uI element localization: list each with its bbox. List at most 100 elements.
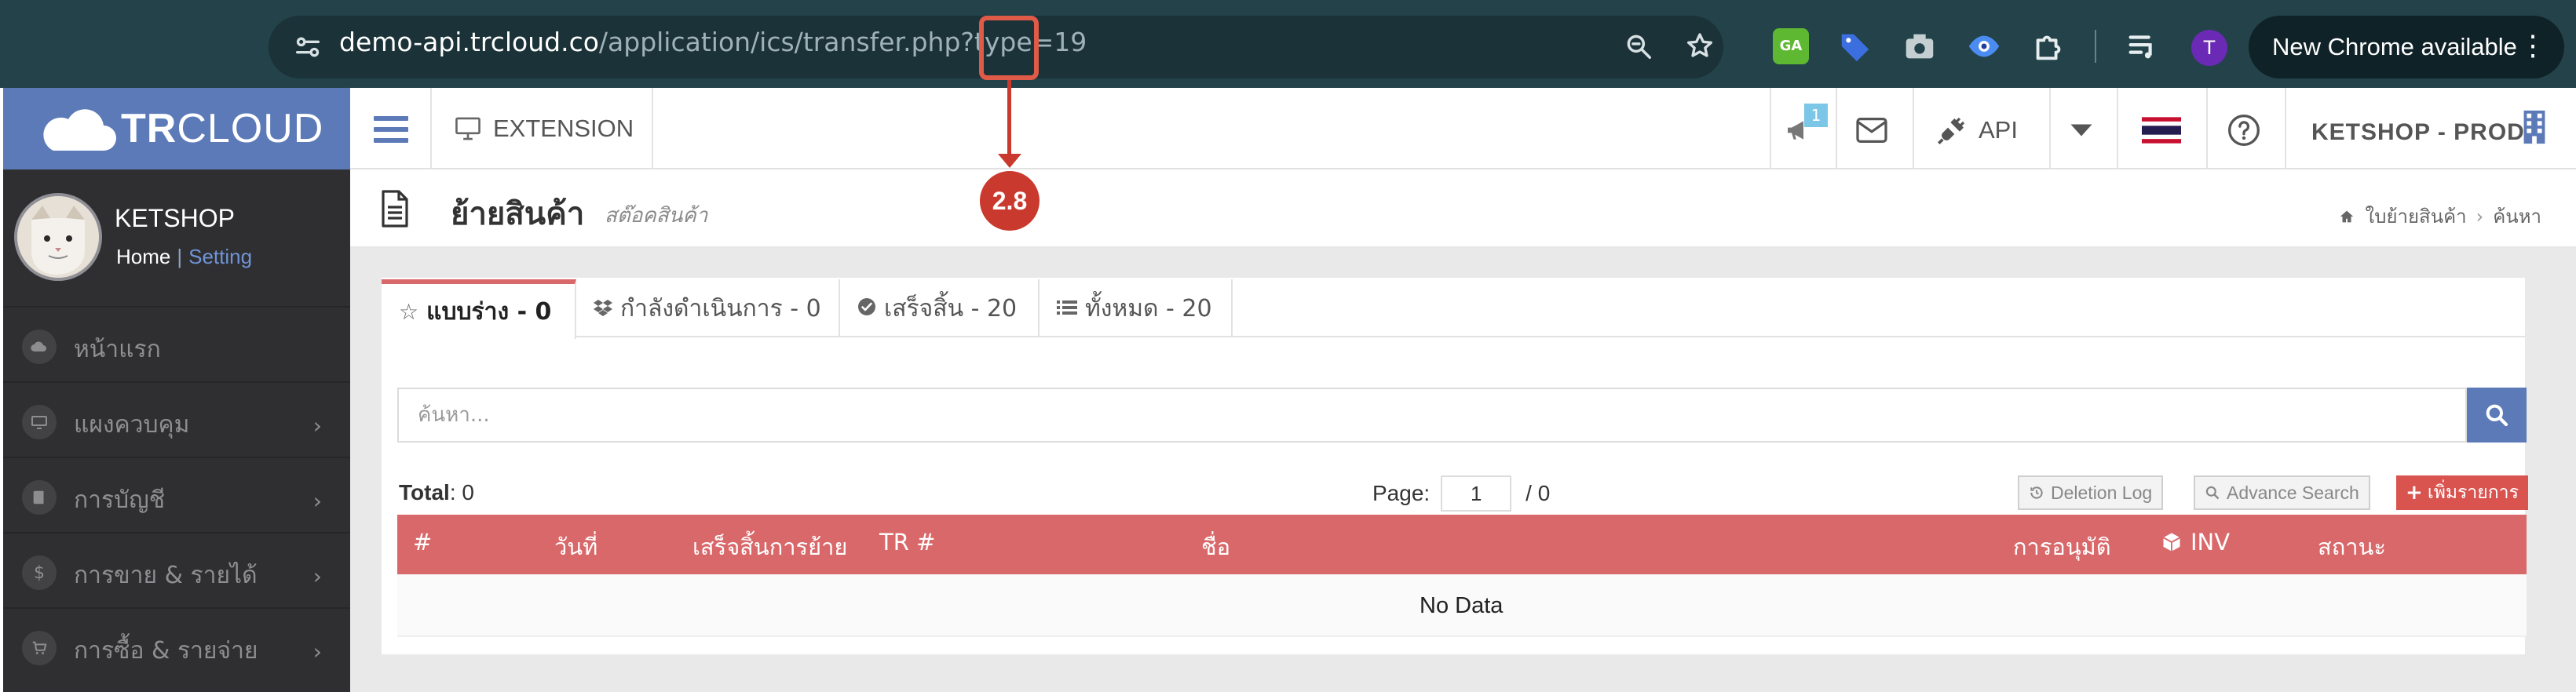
sidebar-item-dashboard[interactable]: แผงควบคุม › [3, 381, 350, 457]
extension-ga-label: GA [1779, 38, 1803, 54]
search-icon [2486, 404, 2508, 427]
sidebar-item-label: การบัญชี [74, 486, 166, 514]
building-icon[interactable] [2522, 110, 2547, 144]
no-data-message: No Data [1420, 593, 1504, 618]
total-label: Total [399, 480, 450, 504]
add-item-label: เพิ่มรายการ [2427, 483, 2519, 503]
tab-in-progress[interactable]: กำลังดำเนินการ - 0 [576, 279, 840, 337]
column-header-date[interactable]: วันที่ [554, 529, 597, 565]
page-number-input[interactable] [1441, 475, 1512, 512]
site-settings-icon[interactable] [292, 31, 323, 63]
tag-extension-icon[interactable] [1837, 28, 1873, 64]
column-header-transfer-completed[interactable]: เสร็จสิ้นการย้าย [692, 529, 847, 565]
advance-search-button[interactable]: Advance Search [2194, 475, 2370, 510]
breadcrumb-item: ค้นหา [2493, 206, 2541, 228]
plus-icon: + [2406, 481, 2423, 504]
company-selector[interactable]: KETSHOP - PROD [2311, 119, 2525, 146]
cube-icon [2163, 533, 2180, 552]
plug-icon [1938, 117, 1965, 144]
url-text[interactable]: demo-api.trcloud.co/application/ics/tran… [339, 27, 1087, 57]
hamburger-menu-icon[interactable] [374, 116, 408, 143]
sidebar-item-accounting[interactable]: การบัญชี › [3, 457, 350, 532]
eye-extension-icon[interactable] [1966, 28, 2002, 64]
chrome-update-button[interactable]: New Chrome available ⋮ [2249, 16, 2564, 78]
tab-label: เสร็จสิ้น - 20 [884, 294, 1018, 322]
deletion-log-button[interactable]: Deletion Log [2018, 475, 2164, 510]
caret-down-icon[interactable] [2070, 113, 2093, 148]
monitor-icon [22, 405, 57, 439]
home-link[interactable]: Home [116, 245, 170, 268]
extensions-puzzle-icon[interactable] [2030, 28, 2066, 64]
list-icon [1057, 296, 1077, 322]
api-button[interactable]: API [1936, 113, 2018, 148]
tab-label: ทั้งหมด - 20 [1085, 294, 1212, 322]
total-value: 0 [462, 480, 474, 504]
header-divider [2117, 88, 2118, 169]
sidebar-item-sales[interactable]: $ การขาย & รายได้ › [3, 532, 350, 607]
cloud-icon [22, 330, 57, 364]
brand-logo[interactable]: TRCLOUD [3, 88, 350, 169]
extension-label: EXTENSION [493, 115, 634, 142]
thai-flag-icon[interactable] [2142, 113, 2181, 148]
profile-avatar-image [14, 193, 102, 281]
column-header-inv[interactable]: INV [2161, 529, 2230, 555]
chevron-right-icon: › [312, 563, 322, 589]
zoom-icon[interactable] [1621, 28, 1657, 64]
toolbar-separator [2095, 30, 2096, 63]
setting-link[interactable]: Setting [188, 245, 252, 268]
cart-icon [22, 631, 57, 665]
book-icon [22, 480, 57, 515]
tab-completed[interactable]: เสร็จสิ้น - 20 [840, 279, 1040, 337]
total-count: Total: 0 [399, 480, 474, 504]
sidebar-item-purchases[interactable]: การซื้อ & รายจ่าย › [3, 607, 350, 683]
search-button[interactable] [2467, 388, 2527, 443]
reading-list-icon[interactable] [2125, 28, 2161, 64]
star-icon: ☆ [399, 298, 419, 325]
column-header-name[interactable]: ชื่อ [1201, 529, 1230, 565]
breadcrumb-item[interactable]: ใบย้ายสินค้า [2365, 201, 2466, 231]
column-header-approval[interactable]: การอนุมัติ [2013, 529, 2111, 565]
link-separator: | [177, 245, 183, 268]
header-divider [430, 88, 432, 169]
header-divider [2049, 88, 2051, 169]
column-header-status[interactable]: สถานะ [2318, 529, 2386, 565]
tab-draft[interactable]: ☆ แบบร่าง - 0 [382, 279, 576, 339]
history-icon [2030, 486, 2043, 499]
advance-search-label: Advance Search [2227, 482, 2359, 503]
column-header-number[interactable]: # [413, 529, 432, 555]
add-item-button[interactable]: + เพิ่มรายการ [2396, 475, 2528, 510]
tab-all[interactable]: ทั้งหมด - 20 [1040, 279, 1233, 337]
url-host: demo-api.trcloud.co [339, 27, 599, 57]
header-divider [2285, 88, 2286, 169]
dropbox-icon [594, 296, 612, 322]
dollar-icon: $ [22, 555, 57, 590]
document-icon [380, 190, 410, 228]
more-menu-icon[interactable]: ⋮ [2519, 30, 2547, 61]
chevron-right-icon: › [312, 413, 322, 439]
pagination: Page: / 0 [1372, 475, 1550, 512]
brand-name-bold: TR [121, 106, 177, 151]
search-field[interactable] [397, 388, 2467, 443]
search-icon [2205, 486, 2220, 500]
column-header-inv-label: INV [2191, 529, 2231, 555]
api-label: API [1979, 116, 2018, 144]
cloud-logo-icon [43, 109, 116, 151]
camera-extension-icon[interactable] [1902, 28, 1938, 64]
profile-avatar[interactable]: T [2191, 30, 2227, 66]
breadcrumb-separator-icon: › [2476, 205, 2484, 228]
google-analytics-extension-icon[interactable]: GA [1773, 28, 1809, 64]
breadcrumb: ใบย้ายสินค้า › ค้นหา [2338, 201, 2541, 231]
mail-icon[interactable] [1854, 113, 1889, 148]
extension-button[interactable]: EXTENSION [454, 115, 634, 143]
header-divider [1836, 88, 1837, 169]
profile-name: KETSHOP [115, 204, 235, 232]
header-divider [1913, 88, 1914, 169]
page-title: ย้ายสินค้า [451, 196, 585, 232]
help-icon[interactable] [2227, 113, 2261, 148]
sidebar-item-home[interactable]: หน้าแรก [3, 306, 350, 381]
column-header-tr-number[interactable]: TR # [879, 529, 935, 555]
bookmark-star-icon[interactable] [1682, 28, 1718, 64]
home-icon[interactable] [2338, 208, 2355, 225]
page-label: Page: [1372, 481, 1431, 505]
search-input[interactable] [399, 389, 2465, 441]
